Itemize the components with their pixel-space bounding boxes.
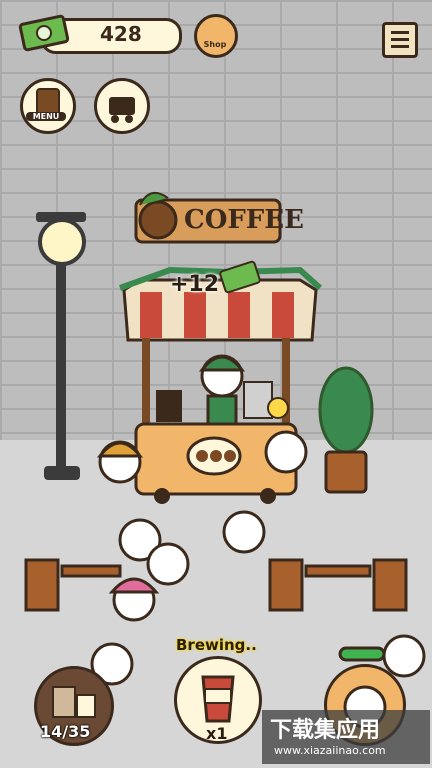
shop-button-label: Shop xyxy=(203,40,227,49)
money-value: 428 xyxy=(100,22,142,46)
cup-count: x1 xyxy=(206,724,228,743)
watermark-title: 下载集应用 xyxy=(270,718,381,743)
menu-button[interactable] xyxy=(20,78,76,134)
cart-awning xyxy=(118,266,323,342)
coffee-sign-text: COFFEE xyxy=(184,205,304,235)
list-icon xyxy=(391,31,409,48)
menu-button-label: MENU xyxy=(26,112,66,121)
bench-right xyxy=(268,558,408,612)
brewing-status: Brewing.. xyxy=(176,636,257,654)
money-icon xyxy=(18,14,70,52)
cart-upgrade-button[interactable] xyxy=(94,78,150,134)
game-scene: 428 Shop MENU COFFEE +12 14/35 Brewing..… xyxy=(0,0,432,768)
shop-button[interactable] xyxy=(194,14,238,58)
capacity-count: 14/35 xyxy=(40,722,91,741)
watermark-url: www.xiazaiinao.com xyxy=(274,744,386,757)
menu-list-button[interactable] xyxy=(382,22,418,58)
bench-left xyxy=(24,558,122,612)
cart-icon xyxy=(109,97,135,123)
potted-tree xyxy=(318,366,374,494)
menu-book-icon xyxy=(36,88,60,118)
barista-character xyxy=(198,354,246,426)
bonus-popup-text: +12 xyxy=(170,272,220,297)
street-lamp xyxy=(36,212,86,480)
progress-pill xyxy=(338,646,386,662)
